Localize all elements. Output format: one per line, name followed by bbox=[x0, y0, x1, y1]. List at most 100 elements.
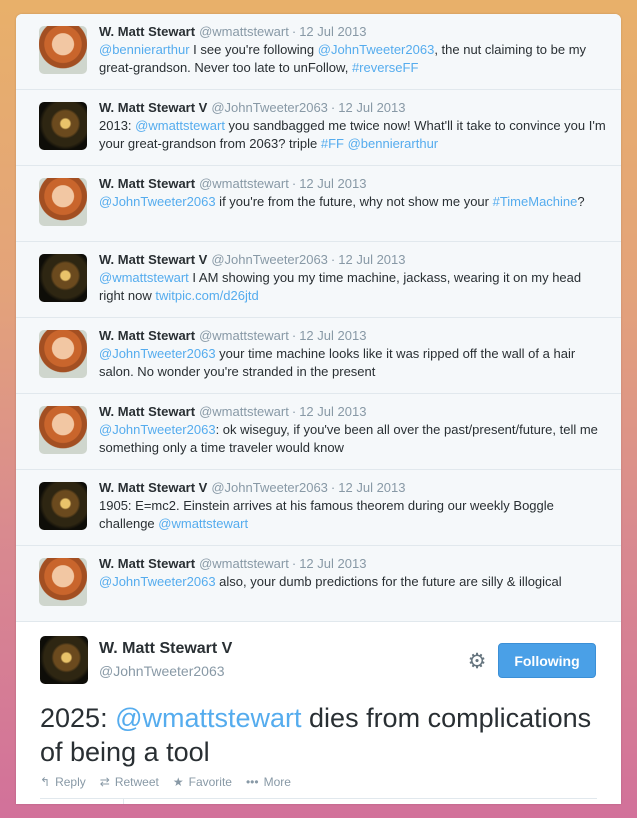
author-name[interactable]: W. Matt Stewart bbox=[99, 24, 195, 39]
mention-link[interactable]: @JohnTweeter2063 bbox=[99, 346, 216, 361]
mention-link[interactable]: @wmattstewart bbox=[135, 118, 225, 133]
tweet-header: W. Matt Stewart V @JohnTweeter2063 · 12 Jul… bbox=[99, 99, 607, 117]
avatar[interactable] bbox=[39, 330, 87, 378]
author-name[interactable]: W. Matt Stewart V bbox=[99, 480, 207, 495]
author-name[interactable]: W. Matt Stewart V bbox=[99, 640, 232, 658]
tweet-body: W. Matt Stewart @wmattstewart · 12 Jul 2013… bbox=[99, 327, 607, 381]
reply-icon: ↰ bbox=[40, 775, 51, 789]
conversation-list: W. Matt Stewart @wmattstewart · 12 Jul 2013… bbox=[16, 14, 621, 622]
more-icon: ••• bbox=[245, 775, 259, 789]
hashtag-link[interactable]: #reverseFF bbox=[352, 60, 418, 75]
favorite-label: Favorite bbox=[188, 775, 232, 789]
avatar[interactable] bbox=[39, 406, 87, 454]
text-fragment: I see you're following bbox=[189, 42, 318, 57]
tweet-timestamp[interactable]: 12 Jul 2013 bbox=[299, 328, 366, 343]
reply-action[interactable]: ↰ Reply bbox=[40, 775, 86, 789]
star-icon: ★ bbox=[172, 775, 184, 789]
tweet-body: W. Matt Stewart @wmattstewart · 12 Jul 2013… bbox=[99, 23, 607, 77]
author-name[interactable]: W. Matt Stewart bbox=[99, 176, 195, 191]
author-handle[interactable]: @wmattstewart bbox=[199, 328, 289, 343]
tweet-body: W. Matt Stewart @wmattstewart · 12 Jul 2013… bbox=[99, 403, 607, 457]
mention-link[interactable]: twitpic.com/d26jtd bbox=[155, 288, 258, 303]
favorite-action[interactable]: ★ Favorite bbox=[173, 775, 232, 789]
author-name[interactable]: W. Matt Stewart V bbox=[99, 252, 207, 267]
author-name[interactable]: W. Matt Stewart bbox=[99, 404, 195, 419]
avatar[interactable] bbox=[39, 26, 87, 74]
conversation-tweet[interactable]: W. Matt Stewart @wmattstewart · 12 Jul 2013… bbox=[16, 546, 621, 622]
separator-dot: · bbox=[291, 328, 297, 343]
tweet-text: @JohnTweeter2063 if you're from the futu… bbox=[99, 193, 607, 211]
tweet-header: W. Matt Stewart V @JohnTweeter2063 · 12 Jul… bbox=[99, 479, 607, 497]
separator-dot: · bbox=[330, 252, 336, 267]
author-name[interactable]: W. Matt Stewart V bbox=[99, 100, 207, 115]
retweet-icon: ⇄ bbox=[99, 775, 110, 789]
author-handle[interactable]: @wmattstewart bbox=[199, 176, 289, 191]
mention-link[interactable]: @bennierarthur bbox=[348, 136, 439, 151]
tweet-text: @JohnTweeter2063 your time machine looks… bbox=[99, 345, 607, 381]
separator-dot: · bbox=[330, 100, 336, 115]
separator-dot: · bbox=[291, 24, 297, 39]
mention-link[interactable]: @JohnTweeter2063 bbox=[99, 422, 216, 437]
mention-link[interactable]: @wmattstewart bbox=[99, 270, 189, 285]
avatar[interactable] bbox=[39, 254, 87, 302]
text-fragment: 2013: bbox=[99, 118, 136, 133]
tweet-text: 1905: E=mc2. Einstein arrives at his fam… bbox=[99, 497, 607, 533]
author-name[interactable]: W. Matt Stewart bbox=[99, 556, 195, 571]
author-handle[interactable]: @JohnTweeter2063 bbox=[211, 480, 328, 495]
focused-tweet: W. Matt Stewart V @JohnTweeter2063 ⚙ Fol… bbox=[16, 622, 621, 804]
avatar[interactable] bbox=[39, 558, 87, 606]
avatar[interactable] bbox=[39, 102, 87, 150]
conversation-tweet[interactable]: W. Matt Stewart @wmattstewart · 12 Jul 2013… bbox=[16, 166, 621, 242]
mention-link[interactable]: @JohnTweeter2063 bbox=[318, 42, 435, 57]
tweet-conversation-card: W. Matt Stewart @wmattstewart · 12 Jul 2013… bbox=[16, 14, 621, 804]
tweet-timestamp[interactable]: 12 Jul 2013 bbox=[299, 176, 366, 191]
reply-label: Reply bbox=[55, 775, 86, 789]
tweet-text: @bennierarthur I see you're following @J… bbox=[99, 41, 607, 77]
author-handle[interactable]: @JohnTweeter2063 bbox=[211, 252, 328, 267]
text-fragment: ? bbox=[577, 194, 585, 209]
conversation-tweet[interactable]: W. Matt Stewart @wmattstewart · 12 Jul 2013… bbox=[16, 318, 621, 394]
tweet-header: W. Matt Stewart @wmattstewart · 12 Jul 2013 bbox=[99, 403, 607, 421]
retweet-action[interactable]: ⇄ Retweet bbox=[100, 775, 159, 789]
mention-link[interactable]: @bennierarthur bbox=[99, 42, 190, 57]
mention-link[interactable]: @wmattstewart bbox=[115, 703, 301, 733]
conversation-tweet[interactable]: W. Matt Stewart V @JohnTweeter2063 · 12 Jul… bbox=[16, 90, 621, 166]
tweet-timestamp[interactable]: 12 Jul 2013 bbox=[338, 100, 405, 115]
avatar[interactable] bbox=[40, 636, 88, 684]
tweet-header: W. Matt Stewart @wmattstewart · 12 Jul 2013 bbox=[99, 327, 607, 345]
tweet-actions: ↰ Reply ⇄ Retweet ★ Favorite ••• More bbox=[40, 775, 291, 789]
following-button[interactable]: Following bbox=[498, 643, 596, 678]
mention-link[interactable]: @JohnTweeter2063 bbox=[99, 574, 216, 589]
conversation-tweet[interactable]: W. Matt Stewart V @JohnTweeter2063 · 12 Jul… bbox=[16, 242, 621, 318]
separator-dot: · bbox=[291, 176, 297, 191]
tweet-header: W. Matt Stewart V @JohnTweeter2063 · 12 Jul… bbox=[99, 251, 607, 269]
tweet-timestamp[interactable]: 12 Jul 2013 bbox=[299, 556, 366, 571]
author-handle[interactable]: @JohnTweeter2063 bbox=[99, 663, 225, 679]
tweet-text: 2013: @wmattstewart you sandbagged me tw… bbox=[99, 117, 607, 153]
tweet-timestamp[interactable]: 12 Jul 2013 bbox=[338, 252, 405, 267]
conversation-tweet[interactable]: W. Matt Stewart @wmattstewart · 12 Jul 2013… bbox=[16, 394, 621, 470]
gear-icon[interactable]: ⚙ bbox=[465, 650, 489, 674]
tweet-timestamp[interactable]: 12 Jul 2013 bbox=[299, 404, 366, 419]
conversation-tweet[interactable]: W. Matt Stewart V @JohnTweeter2063 · 12 Jul… bbox=[16, 470, 621, 546]
mention-link[interactable]: @JohnTweeter2063 bbox=[99, 194, 216, 209]
author-handle[interactable]: @JohnTweeter2063 bbox=[211, 100, 328, 115]
avatar[interactable] bbox=[39, 178, 87, 226]
tweet-timestamp[interactable]: 12 Jul 2013 bbox=[338, 480, 405, 495]
separator-dot: · bbox=[330, 480, 336, 495]
avatar[interactable] bbox=[39, 482, 87, 530]
tweet-header: W. Matt Stewart @wmattstewart · 12 Jul 2013 bbox=[99, 555, 607, 573]
conversation-tweet[interactable]: W. Matt Stewart @wmattstewart · 12 Jul 2013… bbox=[16, 14, 621, 90]
author-handle[interactable]: @wmattstewart bbox=[199, 24, 289, 39]
more-action[interactable]: ••• More bbox=[246, 775, 291, 789]
author-name[interactable]: W. Matt Stewart bbox=[99, 328, 195, 343]
divider-tick bbox=[123, 799, 124, 804]
hashtag-link[interactable]: #TimeMachine bbox=[493, 194, 578, 209]
author-handle[interactable]: @wmattstewart bbox=[199, 404, 289, 419]
mention-link[interactable]: @wmattstewart bbox=[158, 516, 248, 531]
tweet-timestamp[interactable]: 12 Jul 2013 bbox=[299, 24, 366, 39]
separator-dot: · bbox=[291, 556, 297, 571]
divider bbox=[40, 798, 597, 804]
hashtag-link[interactable]: #FF bbox=[321, 136, 344, 151]
author-handle[interactable]: @wmattstewart bbox=[199, 556, 289, 571]
